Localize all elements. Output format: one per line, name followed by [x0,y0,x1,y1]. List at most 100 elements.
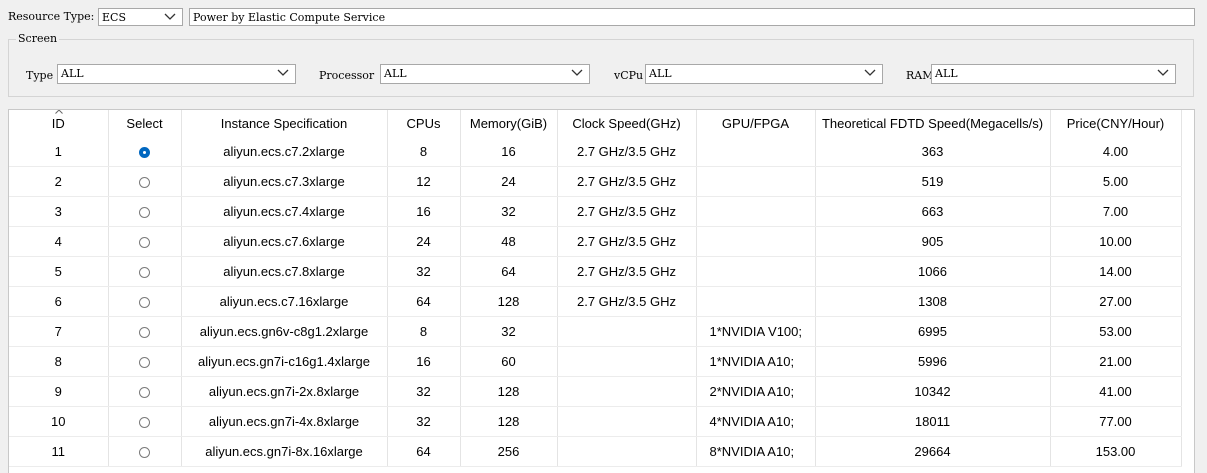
column-header-memory[interactable]: Memory(GiB) [460,110,558,137]
description-text: Power by Elastic Compute Service [193,11,386,24]
ram-label: RAM [906,69,934,82]
column-header-spec[interactable]: Instance Specification [181,110,388,137]
cell-spec: aliyun.ecs.c7.6xlarge [181,226,388,257]
radio-button-icon[interactable] [139,387,150,399]
table-row[interactable]: 3 aliyun.ecs.c7.4xlarge 16 32 2.7 GHz/3.5 GH… [9,196,1182,227]
cell-clock: 2.7 GHz/3.5 GHz [557,137,697,167]
radio-button-icon[interactable] [139,417,150,429]
chevron-down-icon [864,69,876,76]
ram-select[interactable]: ALL [931,64,1176,84]
cell-gpu: 4*NVIDIA A10; [696,406,816,437]
cell-id: 10 [9,406,109,437]
cell-cpus: 64 [387,286,461,317]
cell-memory: 24 [460,166,558,197]
cell-select[interactable] [108,436,182,467]
chevron-down-icon [1157,69,1169,76]
table-row[interactable]: 4 aliyun.ecs.c7.6xlarge 24 48 2.7 GHz/3.5 GH… [9,226,1182,257]
cell-select[interactable] [108,256,182,287]
description-field[interactable]: Power by Elastic Compute Service [189,8,1195,26]
radio-button-icon[interactable] [139,357,150,369]
cell-id: 6 [9,286,109,317]
cell-fdtd: 1066 [815,256,1051,287]
cell-memory: 256 [460,436,558,467]
cell-select[interactable] [108,376,182,407]
cell-select[interactable] [108,137,182,167]
cell-cpus: 32 [387,406,461,437]
table-header: ID Select Instance Specification CPUs Me… [9,110,1182,137]
cell-gpu: 1*NVIDIA A10; [696,346,816,377]
ram-value: ALL [935,67,958,80]
cell-clock [557,406,697,437]
chevron-down-icon [164,13,176,20]
cell-id: 2 [9,166,109,197]
cell-price: 21.00 [1050,346,1182,377]
sort-up-icon [55,110,63,114]
column-header-id[interactable]: ID [9,110,109,137]
cell-gpu [696,137,816,167]
cell-clock [557,376,697,407]
cell-spec: aliyun.ecs.gn7i-4x.8xlarge [181,406,388,437]
cell-memory: 32 [460,316,558,347]
radio-button-icon[interactable] [139,147,150,159]
cell-fdtd: 905 [815,226,1051,257]
processor-select[interactable]: ALL [380,64,590,84]
cell-spec: aliyun.ecs.gn7i-8x.16xlarge [181,436,388,467]
table-row[interactable]: 11 aliyun.ecs.gn7i-8x.16xlarge 64 256 8*NVID… [9,436,1182,467]
column-header-label: Clock Speed(GHz) [572,116,681,131]
cell-gpu [696,256,816,287]
radio-button-icon[interactable] [139,447,150,459]
table-row[interactable]: 7 aliyun.ecs.gn6v-c8g1.2xlarge 8 32 1*NVIDIA… [9,316,1182,347]
cell-select[interactable] [108,196,182,227]
cell-clock: 2.7 GHz/3.5 GHz [557,196,697,227]
table-row[interactable]: 9 aliyun.ecs.gn7i-2x.8xlarge 32 128 2*NVIDIA… [9,376,1182,407]
cell-memory: 16 [460,137,558,167]
cell-cpus: 64 [387,436,461,467]
instance-table[interactable]: ID Select Instance Specification CPUs Me… [8,109,1195,473]
cell-gpu: 2*NVIDIA A10; [696,376,816,407]
cell-select[interactable] [108,226,182,257]
cell-memory: 128 [460,406,558,437]
table-row[interactable]: 8 aliyun.ecs.gn7i-c16g1.4xlarge 16 60 1*NVID… [9,346,1182,377]
radio-button-icon[interactable] [139,207,150,219]
cell-memory: 64 [460,256,558,287]
radio-button-icon[interactable] [139,327,150,339]
cell-cpus: 32 [387,256,461,287]
column-header-label: CPUs [406,116,441,131]
radio-button-icon[interactable] [139,267,150,279]
cell-price: 153.00 [1050,436,1182,467]
resource-type-select[interactable]: ECS [98,8,183,26]
column-header-gpu[interactable]: GPU/FPGA [696,110,816,137]
cell-cpus: 8 [387,316,461,347]
cell-fdtd: 1308 [815,286,1051,317]
cell-select[interactable] [108,166,182,197]
cell-select[interactable] [108,316,182,347]
cell-price: 41.00 [1050,376,1182,407]
table-row[interactable]: 2 aliyun.ecs.c7.3xlarge 12 24 2.7 GHz/3.5 GH… [9,166,1182,197]
table-row[interactable]: 6 aliyun.ecs.c7.16xlarge 64 128 2.7 GHz/3.5 … [9,286,1182,317]
cell-select[interactable] [108,406,182,437]
column-header-price[interactable]: Price(CNY/Hour) [1050,110,1182,137]
cell-gpu: 1*NVIDIA V100; [696,316,816,347]
type-select[interactable]: ALL [57,64,296,84]
cell-price: 7.00 [1050,196,1182,227]
column-header-cpus[interactable]: CPUs [387,110,461,137]
cell-spec: aliyun.ecs.c7.4xlarge [181,196,388,227]
vcpu-select[interactable]: ALL [645,64,883,84]
table-row[interactable]: 10 aliyun.ecs.gn7i-4x.8xlarge 32 128 4*NVIDI… [9,406,1182,437]
vcpu-value: ALL [649,67,672,80]
column-header-select[interactable]: Select [108,110,182,137]
column-header-clock[interactable]: Clock Speed(GHz) [557,110,697,137]
table-row[interactable]: 1 aliyun.ecs.c7.2xlarge 8 16 2.7 GHz/3.5 GHz… [9,137,1182,167]
column-header-fdtd[interactable]: Theoretical FDTD Speed(Megacells/s) [815,110,1051,137]
radio-button-icon[interactable] [139,237,150,249]
radio-button-icon[interactable] [139,177,150,189]
cell-select[interactable] [108,346,182,377]
cell-select[interactable] [108,286,182,317]
cell-gpu [696,196,816,227]
cell-clock: 2.7 GHz/3.5 GHz [557,226,697,257]
cell-id: 1 [9,137,109,167]
table-row[interactable]: 5 aliyun.ecs.c7.8xlarge 32 64 2.7 GHz/3.5 GH… [9,256,1182,287]
radio-button-icon[interactable] [139,297,150,309]
cell-spec: aliyun.ecs.gn7i-c16g1.4xlarge [181,346,388,377]
cell-price: 4.00 [1050,137,1182,167]
